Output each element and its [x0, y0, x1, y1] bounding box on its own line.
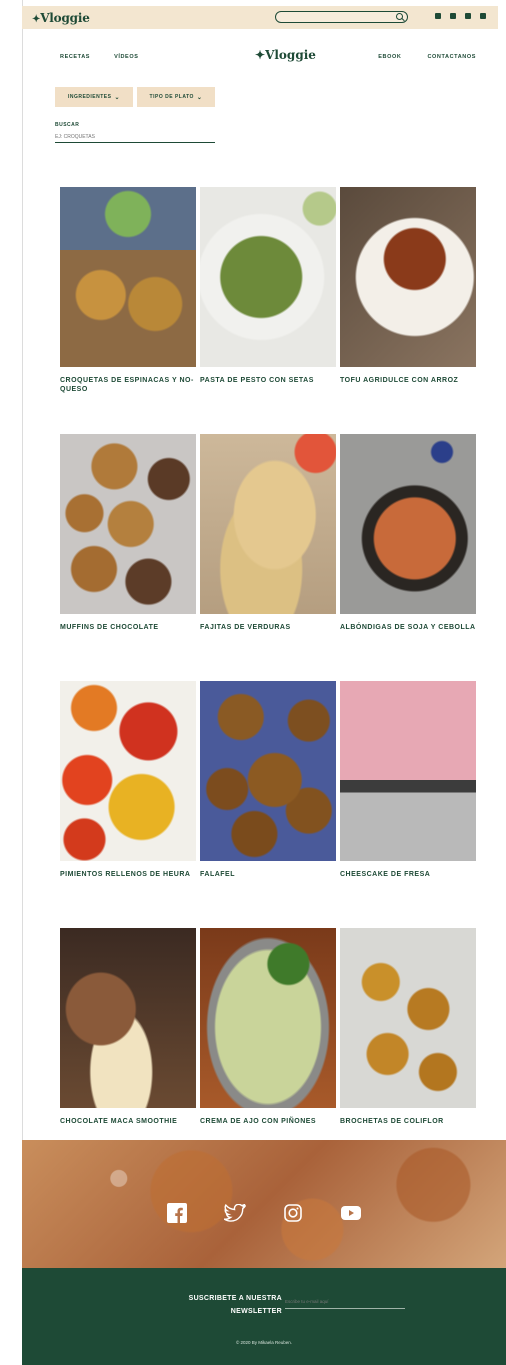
recipe-image[interactable]	[340, 187, 476, 367]
search-label: BUSCAR	[55, 122, 80, 128]
social-banner	[22, 1140, 506, 1268]
recipe-card[interactable]: CREMA DE AJO CON PIÑONES	[200, 928, 336, 1126]
facebook-icon[interactable]	[166, 1202, 188, 1224]
newsletter-title: SUSCRIBETE A NUESTRA NEWSLETTER	[158, 1292, 282, 1318]
recipe-card[interactable]: CROQUETAS DE ESPINACAS Y NO-QUESO	[60, 187, 196, 394]
recipe-card[interactable]: TOFU AGRIDULCE CON ARROZ	[340, 187, 476, 385]
youtube-icon[interactable]	[480, 13, 486, 19]
recipe-title[interactable]: FALAFEL	[200, 870, 336, 879]
recipe-title[interactable]: CROQUETAS DE ESPINACAS Y NO-QUESO	[60, 376, 196, 394]
recipe-card[interactable]: PASTA DE PESTO CON SETAS	[200, 187, 336, 385]
facebook-icon[interactable]	[435, 13, 441, 19]
top-search-input[interactable]	[275, 11, 408, 23]
recipe-title[interactable]: MUFFINS DE CHOCOLATE	[60, 623, 196, 632]
chevron-down-icon: ⌄	[114, 94, 121, 101]
recipe-title[interactable]: PASTA DE PESTO CON SETAS	[200, 376, 336, 385]
recipe-card[interactable]: CHOCOLATE MACA SMOOTHIE	[60, 928, 196, 1126]
recipe-card[interactable]: CHEESCAKE DE FRESA	[340, 681, 476, 879]
recipe-image[interactable]	[200, 187, 336, 367]
recipe-card[interactable]: PIMIENTOS RELLENOS DE HEURA	[60, 681, 196, 879]
nav-ebook[interactable]: EBOOK	[378, 54, 401, 60]
instagram-icon[interactable]	[465, 13, 471, 19]
recipe-image[interactable]	[340, 681, 476, 861]
recipe-card[interactable]: BROCHETAS DE COLIFLOR	[340, 928, 476, 1126]
nav-videos[interactable]: VÍDEOS	[114, 54, 138, 60]
recipe-card[interactable]: FAJITAS DE VERDURAS	[200, 434, 336, 632]
search-icon[interactable]	[396, 13, 403, 20]
main-logo-text: Vloggie	[265, 48, 316, 62]
recipe-image[interactable]	[60, 434, 196, 614]
twitter-icon[interactable]	[450, 13, 456, 19]
recipe-title[interactable]: FAJITAS DE VERDURAS	[200, 623, 336, 632]
recipe-image[interactable]	[340, 434, 476, 614]
recipe-title[interactable]: CREMA DE AJO CON PIÑONES	[200, 1117, 336, 1126]
top-bar: ✦Vloggie	[22, 6, 498, 29]
newsletter-title-line2: NEWSLETTER	[230, 1308, 282, 1315]
top-social-links	[435, 13, 486, 19]
recipe-image[interactable]	[200, 681, 336, 861]
nav-right: EBOOK CONTACTANOS	[378, 54, 476, 60]
filter-bar: INGREDIENTES ⌄ TIPO DE PLATO ⌄	[55, 87, 215, 107]
recipe-card[interactable]: MUFFINS DE CHOCOLATE	[60, 434, 196, 632]
recipe-title[interactable]: TOFU AGRIDULCE CON ARROZ	[340, 376, 476, 385]
top-logo[interactable]: ✦Vloggie	[32, 11, 90, 25]
sprout-icon: ✦	[255, 48, 266, 62]
newsletter-email-input[interactable]	[285, 1295, 405, 1309]
main-logo[interactable]: ✦Vloggie	[255, 48, 316, 62]
recipe-image[interactable]	[340, 928, 476, 1108]
recipe-image[interactable]	[60, 187, 196, 367]
nav-left: RECETAS VÍDEOS	[60, 54, 138, 60]
recipe-image[interactable]	[60, 928, 196, 1108]
ingredients-dropdown[interactable]: INGREDIENTES ⌄	[55, 87, 133, 107]
newsletter-title-line1: SUSCRIBETE A NUESTRA	[188, 1295, 282, 1302]
copyright-text: © 2020 By Mikaela Reuben.	[235, 1340, 293, 1345]
recipe-title[interactable]: CHOCOLATE MACA SMOOTHIE	[60, 1117, 196, 1126]
recipe-image[interactable]	[200, 928, 336, 1108]
recipe-card[interactable]: FALAFEL	[200, 681, 336, 879]
instagram-icon[interactable]	[282, 1202, 304, 1224]
ingredients-label: INGREDIENTES	[67, 94, 112, 100]
footer-social-links	[22, 1202, 506, 1224]
recipe-title[interactable]: ALBÓNDIGAS DE SOJA Y CEBOLLA	[340, 623, 476, 632]
newsletter-footer: SUSCRIBETE A NUESTRA NEWSLETTER © 2020 B…	[22, 1268, 506, 1365]
youtube-icon[interactable]	[340, 1202, 362, 1224]
recipe-title[interactable]: BROCHETAS DE COLIFLOR	[340, 1117, 476, 1126]
chevron-down-icon: ⌄	[196, 94, 203, 101]
dish-type-dropdown[interactable]: TIPO DE PLATO ⌄	[137, 87, 215, 107]
recipe-image[interactable]	[200, 434, 336, 614]
recipe-search-input[interactable]	[55, 131, 215, 143]
recipe-card[interactable]: ALBÓNDIGAS DE SOJA Y CEBOLLA	[340, 434, 476, 632]
nav-contactanos[interactable]: CONTACTANOS	[427, 54, 476, 60]
page-left-border	[22, 0, 23, 1140]
twitter-icon[interactable]	[224, 1202, 246, 1224]
nav-recetas[interactable]: RECETAS	[60, 54, 90, 60]
sprout-icon: ✦	[32, 13, 41, 25]
recipe-title[interactable]: PIMIENTOS RELLENOS DE HEURA	[60, 870, 196, 879]
recipe-image[interactable]	[60, 681, 196, 861]
top-logo-text: Vloggie	[40, 10, 90, 25]
dish-type-label: TIPO DE PLATO	[149, 94, 194, 100]
recipe-title[interactable]: CHEESCAKE DE FRESA	[340, 870, 476, 879]
